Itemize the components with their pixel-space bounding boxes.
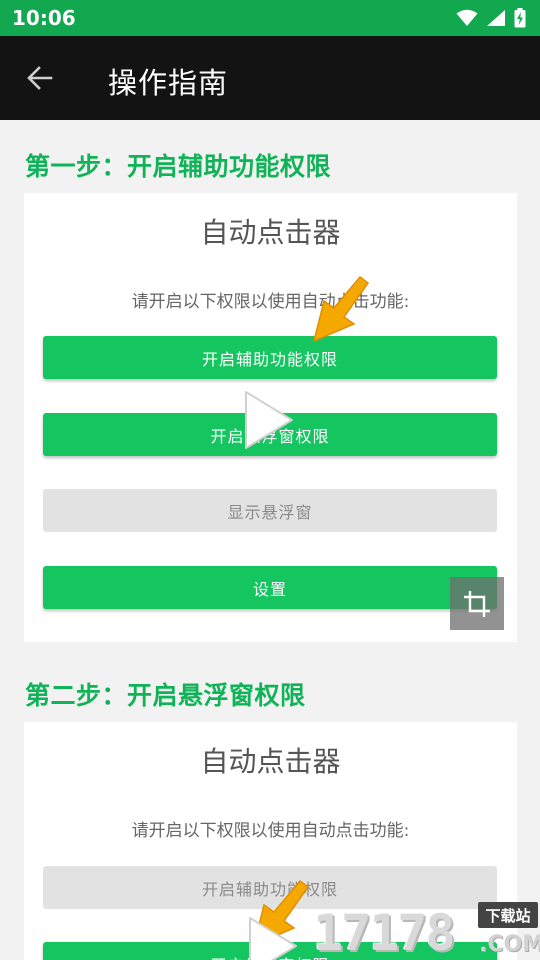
status-icons (456, 7, 526, 29)
arrow-left-icon (27, 66, 53, 90)
step-one-heading: 第一步：开启辅助功能权限 (25, 152, 332, 181)
card-subtitle: 请开启以下权限以使用自动点击功能: (131, 292, 410, 312)
step-one-card: 自动点击器 请开启以下权限以使用自动点击功能: 开启辅助功能权限 开启悬浮窗权限… (24, 193, 517, 642)
wifi-icon (456, 9, 478, 26)
card-subtitle: 请开启以下权限以使用自动点击功能: (131, 821, 410, 841)
card-title: 自动点击器 (200, 216, 341, 249)
card-title: 自动点击器 (200, 745, 341, 778)
step-two-heading: 第二步：开启悬浮窗权限 (25, 681, 306, 710)
play-icon[interactable] (240, 388, 296, 452)
settings-button[interactable]: 设置 (43, 566, 497, 609)
app-bar: 操作指南 (0, 36, 540, 120)
enable-accessibility-button[interactable]: 开启辅助功能权限 (43, 336, 497, 379)
watermark-logo: 17178 .COM 下载站 (313, 898, 540, 960)
signal-icon (487, 10, 505, 26)
watermark-site: 下载站 (478, 902, 538, 928)
status-time: 10:06 (12, 6, 76, 30)
crop-icon (464, 590, 490, 617)
show-floating-window-button[interactable]: 显示悬浮窗 (43, 489, 497, 532)
page-title: 操作指南 (108, 66, 229, 100)
watermark-digits: 17178 (313, 904, 456, 960)
watermark-domain: .COM (479, 932, 540, 957)
battery-icon (514, 8, 526, 28)
status-bar: 10:06 (0, 0, 540, 36)
back-button[interactable] (16, 56, 64, 100)
crop-button[interactable] (450, 577, 504, 630)
guide-content[interactable]: 第一步：开启辅助功能权限 自动点击器 请开启以下权限以使用自动点击功能: 开启辅… (0, 120, 540, 960)
pointer-arrow-icon (312, 275, 370, 343)
play-icon[interactable] (244, 914, 300, 960)
